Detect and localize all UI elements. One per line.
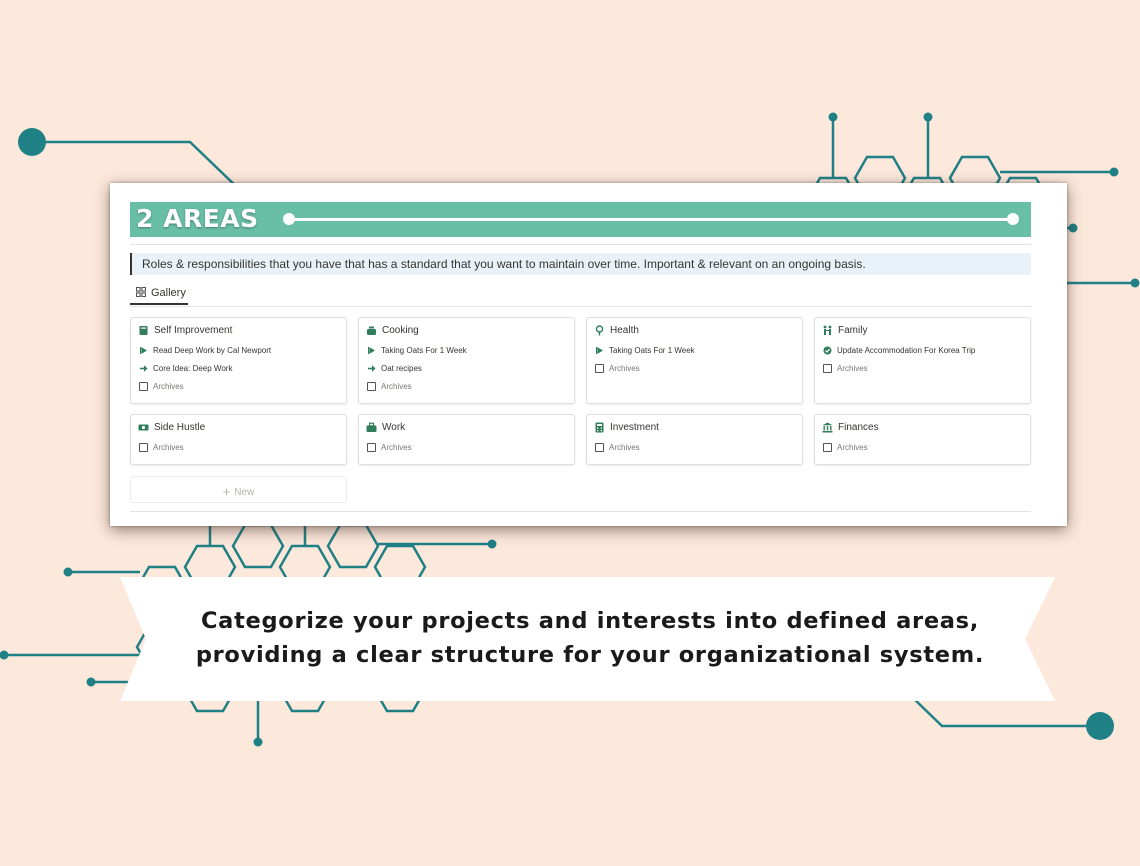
tabs-divider — [130, 306, 1031, 307]
list-item[interactable]: Read Deep Work by Cal Newport — [139, 346, 271, 355]
checkbox[interactable] — [367, 382, 376, 391]
card-self-improvement[interactable]: Self Improvement Read Deep Work by Cal N… — [130, 317, 347, 404]
card-title-label: Work — [382, 422, 406, 433]
cash-icon — [138, 424, 149, 431]
new-button-label: New — [234, 487, 255, 498]
family-icon — [823, 325, 832, 335]
header-line — [289, 218, 1013, 221]
caption-line-2: providing a clear structure for your org… — [195, 642, 985, 668]
card-investment[interactable]: Investment Archives — [586, 414, 803, 465]
card-title-label: Health — [610, 325, 639, 336]
card-side-hustle[interactable]: Side Hustle Archives — [130, 414, 347, 465]
checkbox[interactable] — [595, 443, 604, 452]
checkbox[interactable] — [367, 443, 376, 452]
briefcase-icon — [366, 422, 377, 432]
divider — [130, 511, 1031, 512]
notion-panel: 2 AREAS Roles & responsibilities that yo… — [110, 183, 1067, 526]
card-title-label: Finances — [838, 422, 879, 433]
health-icon — [595, 325, 604, 336]
page-title: 2 AREAS — [136, 204, 259, 233]
divider — [130, 244, 1031, 245]
archives-checkbox-row[interactable]: Archives — [367, 443, 412, 452]
calculator-icon — [595, 422, 604, 433]
checkbox[interactable] — [139, 443, 148, 452]
bank-icon — [822, 422, 833, 433]
new-card-button[interactable]: + New — [130, 476, 347, 503]
card-family[interactable]: Family Update Accommodation For Korea Tr… — [814, 317, 1031, 404]
caption-line-1: Categorize your projects and interests i… — [200, 608, 980, 634]
card-title-label: Cooking — [382, 325, 419, 336]
tab-gallery[interactable]: Gallery — [130, 284, 188, 305]
archives-checkbox-row[interactable]: Archives — [823, 364, 868, 373]
list-item[interactable]: Taking Oats For 1 Week — [595, 346, 695, 355]
list-item[interactable]: Update Accommodation For Korea Trip — [823, 346, 975, 355]
card-health[interactable]: Health Taking Oats For 1 Week Archives — [586, 317, 803, 404]
book-icon — [139, 326, 148, 335]
description-callout: Roles & responsibilities that you have t… — [130, 253, 1031, 275]
archives-checkbox-row[interactable]: Archives — [139, 382, 184, 391]
archives-checkbox-row[interactable]: Archives — [823, 443, 868, 452]
archives-checkbox-row[interactable]: Archives — [595, 364, 640, 373]
card-title-label: Investment — [610, 422, 659, 433]
play-flag-icon — [368, 347, 375, 354]
archives-checkbox-row[interactable]: Archives — [139, 443, 184, 452]
caption-text: Categorize your projects and interests i… — [125, 604, 1055, 672]
checkbox[interactable] — [823, 443, 832, 452]
checkbox[interactable] — [595, 364, 604, 373]
card-title-label: Self Improvement — [154, 325, 233, 336]
card-work[interactable]: Work Archives — [358, 414, 575, 465]
plus-icon: + — [222, 484, 231, 499]
card-title-label: Family — [838, 325, 868, 336]
check-circle-icon — [823, 346, 832, 355]
header-line-end-dot — [1007, 213, 1019, 225]
arrow-right-icon — [140, 365, 148, 372]
page-header-banner: 2 AREAS — [130, 202, 1031, 237]
archives-checkbox-row[interactable]: Archives — [595, 443, 640, 452]
list-item[interactable]: Core Idea: Deep Work — [139, 364, 232, 373]
card-title-label: Side Hustle — [154, 422, 206, 433]
card-finances[interactable]: Finances Archives — [814, 414, 1031, 465]
tab-gallery-label: Gallery — [151, 287, 186, 299]
arrow-right-icon — [368, 365, 376, 372]
list-item[interactable]: Taking Oats For 1 Week — [367, 346, 467, 355]
checkbox[interactable] — [823, 364, 832, 373]
play-flag-icon — [596, 347, 603, 354]
pot-icon — [367, 326, 376, 335]
grid-icon — [136, 287, 146, 297]
card-cooking[interactable]: Cooking Taking Oats For 1 Week Oat recip… — [358, 317, 575, 404]
checkbox[interactable] — [139, 382, 148, 391]
archives-checkbox-row[interactable]: Archives — [367, 382, 412, 391]
list-item[interactable]: Oat recipes — [367, 364, 422, 373]
play-flag-icon — [140, 347, 147, 354]
